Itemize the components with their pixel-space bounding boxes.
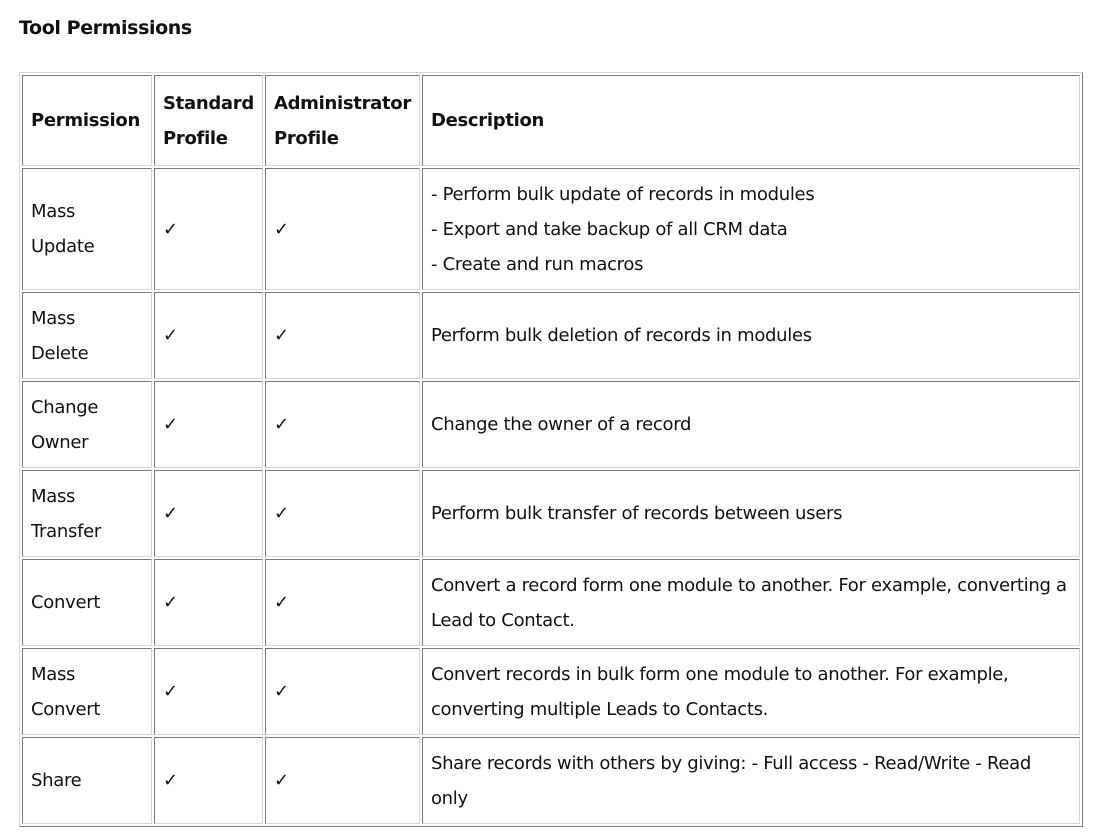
permission-cell: Mass Delete <box>22 292 152 379</box>
administrator-profile-cell: ✓ <box>264 292 420 379</box>
description-text: Convert a record form one module to anot… <box>430 574 1067 631</box>
description-cell: Change the owner of a record <box>421 381 1080 468</box>
checkmark-icon: ✓ <box>273 770 289 791</box>
description-cell: Convert a record form one module to anot… <box>421 559 1080 646</box>
description-text: Change the owner of a record <box>430 414 692 435</box>
description-text: - Perform bulk update of records in modu… <box>430 183 815 205</box>
standard-profile-cell: ✓ <box>154 470 263 557</box>
page-title: Tool Permissions <box>19 17 192 39</box>
standard-profile-cell: ✓ <box>154 381 263 468</box>
permission-cell: Change Owner <box>22 381 152 468</box>
permission-name: Mass <box>31 307 76 329</box>
standard-profile-cell: ✓ <box>154 559 263 646</box>
description-cell: Share records with others by giving: - F… <box>421 737 1080 824</box>
permission-name: Update <box>31 236 95 257</box>
description-text: Perform bulk deletion of records in modu… <box>430 325 812 346</box>
description-text: Perform bulk transfer of records between… <box>430 503 843 524</box>
description-cell: - Perform bulk update of records in modu… <box>421 168 1080 290</box>
table-row: Mass Transfer ✓ ✓ Perform bulk transfer of r… <box>22 470 1080 557</box>
table-row: Mass Convert ✓ ✓ Convert records in bulk for… <box>22 648 1080 735</box>
permission-name: Convert <box>31 698 101 720</box>
table-body: Mass Update ✓ ✓ - Perform bulk update of rec… <box>22 168 1080 824</box>
checkmark-icon: ✓ <box>163 592 178 613</box>
permission-name: Owner <box>31 431 89 453</box>
table-row: Mass Delete ✓ ✓ Perform bulk deletion of rec… <box>22 292 1080 379</box>
description-cell: Perform bulk transfer of records between… <box>421 470 1080 557</box>
header-description-label: Description <box>430 110 545 131</box>
header-standard-line2: Profile <box>163 127 228 149</box>
permission-name: Mass <box>31 201 76 222</box>
description-text: - Create and run macros <box>430 253 644 275</box>
permission-name: Transfer <box>31 520 101 542</box>
header-standard-profile: Standard Profile <box>154 75 263 166</box>
description-text: - Export and take backup of all CRM data <box>430 218 788 240</box>
description-text: Convert records in bulk form one module … <box>430 663 1009 720</box>
tool-permissions-table: Permission Standard Profile Administrator… <box>19 72 1083 827</box>
checkmark-icon: ✓ <box>273 218 289 240</box>
table-header-row: Permission Standard Profile Administrator… <box>22 75 1080 166</box>
permission-cell: Mass Convert <box>22 648 152 735</box>
standard-profile-cell: ✓ <box>154 292 263 379</box>
checkmark-icon: ✓ <box>163 770 178 791</box>
administrator-profile-cell: ✓ <box>264 648 420 735</box>
permission-name: Change <box>31 396 99 418</box>
checkmark-icon: ✓ <box>273 592 289 613</box>
header-administrator-profile: Administrator Profile <box>264 75 420 166</box>
table-row: Share ✓ ✓ Share records with others by givi… <box>22 737 1080 824</box>
table-row: Change Owner ✓ ✓ Change the owner of a recor… <box>22 381 1080 468</box>
permission-name: Delete <box>31 342 89 364</box>
header-permission: Permission <box>22 75 152 166</box>
checkmark-icon: ✓ <box>163 325 178 346</box>
table-row: Convert ✓ ✓ Convert a record form one modul… <box>22 559 1080 646</box>
administrator-profile-cell: ✓ <box>264 470 420 557</box>
description-cell: Perform bulk deletion of records in modu… <box>421 292 1080 379</box>
checkmark-icon: ✓ <box>163 218 178 240</box>
administrator-profile-cell: ✓ <box>264 381 420 468</box>
permission-cell: Convert <box>22 559 152 646</box>
standard-profile-cell: ✓ <box>154 168 263 290</box>
description-text: Share records with others by giving: - F… <box>430 752 1031 809</box>
checkmark-icon: ✓ <box>273 414 289 435</box>
header-standard-line1: Standard <box>163 92 254 114</box>
permission-cell: Mass Update <box>22 168 152 290</box>
permission-name: Mass <box>31 485 76 507</box>
checkmark-icon: ✓ <box>273 325 289 346</box>
permission-cell: Mass Transfer <box>22 470 152 557</box>
administrator-profile-cell: ✓ <box>264 559 420 646</box>
checkmark-icon: ✓ <box>273 503 289 524</box>
checkmark-icon: ✓ <box>163 681 178 702</box>
checkmark-icon: ✓ <box>163 503 178 524</box>
checkmark-icon: ✓ <box>163 414 178 435</box>
header-admin-line2: Profile <box>273 127 339 149</box>
permission-name: Share <box>31 770 82 791</box>
header-admin-line1: Administrator <box>273 92 411 114</box>
header-permission-label: Permission <box>31 110 140 131</box>
permission-cell: Share <box>22 737 152 824</box>
standard-profile-cell: ✓ <box>154 648 263 735</box>
permission-name: Convert <box>31 592 101 613</box>
permission-name: Mass <box>31 663 76 685</box>
standard-profile-cell: ✓ <box>154 737 263 824</box>
checkmark-icon: ✓ <box>273 681 289 702</box>
administrator-profile-cell: ✓ <box>264 168 420 290</box>
table-row: Mass Update ✓ ✓ - Perform bulk update of rec… <box>22 168 1080 290</box>
header-description: Description <box>421 75 1080 166</box>
description-cell: Convert records in bulk form one module … <box>421 648 1080 735</box>
administrator-profile-cell: ✓ <box>264 737 420 824</box>
